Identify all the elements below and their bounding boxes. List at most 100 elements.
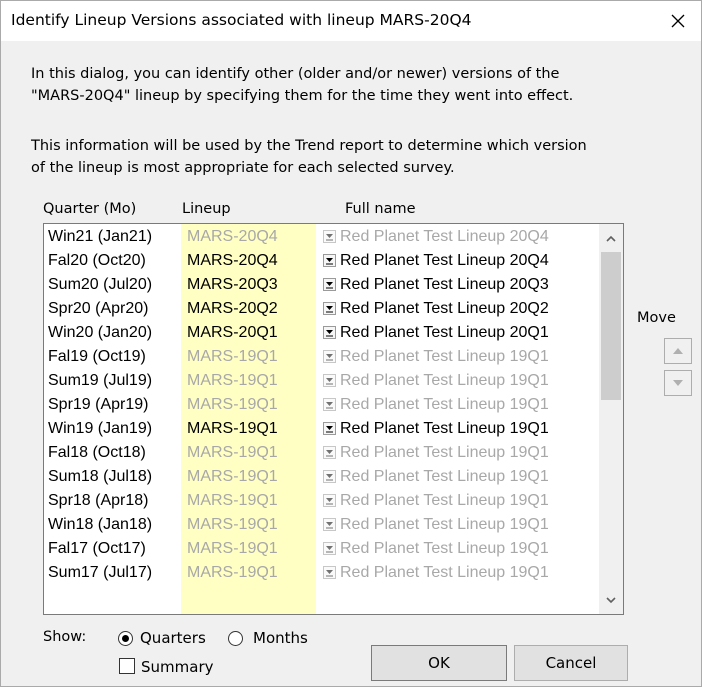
column-header-quarter[interactable]: Quarter (Mo) xyxy=(43,201,136,217)
table-row[interactable]: Spr19 (Apr19) MARS-19Q1 Red Planet Test Li… xyxy=(44,393,599,417)
table-row[interactable]: Win19 (Jan19) MARS-19Q1 Red Planet Test Li… xyxy=(44,417,599,441)
lineup-cell[interactable]: MARS-19Q1 xyxy=(187,468,278,486)
lineup-cell[interactable]: MARS-19Q1 xyxy=(187,348,278,366)
quarters-radio-label[interactable]: Quarters xyxy=(140,629,206,647)
lineup-cell[interactable]: MARS-20Q1 xyxy=(187,324,278,342)
chevron-down-icon xyxy=(606,596,616,603)
lineup-cell[interactable]: MARS-20Q3 xyxy=(187,276,278,294)
table-row[interactable]: Fal17 (Oct17) MARS-19Q1 Red Planet Test Li… xyxy=(44,537,599,561)
table-row[interactable]: Win21 (Jan21) MARS-20Q4 Red Planet Test Li… xyxy=(44,225,599,249)
full-name-cell: Red Planet Test Lineup 20Q2 xyxy=(340,300,549,317)
column-header-lineup[interactable]: Lineup xyxy=(182,201,231,217)
dropdown-arrow-icon[interactable] xyxy=(323,518,336,531)
close-button[interactable] xyxy=(661,5,695,37)
scroll-up-button[interactable] xyxy=(599,226,623,250)
table-row[interactable]: Sum19 (Jul19) MARS-19Q1 Red Planet Test Li… xyxy=(44,369,599,393)
full-name-cell: Red Planet Test Lineup 19Q1 xyxy=(340,396,549,413)
table-row[interactable]: Win18 (Jan18) MARS-19Q1 Red Planet Test Li… xyxy=(44,513,599,537)
full-name-cell: Red Planet Test Lineup 20Q3 xyxy=(340,276,549,293)
lineup-cell[interactable]: MARS-19Q1 xyxy=(187,540,278,558)
full-name-cell: Red Planet Test Lineup 19Q1 xyxy=(340,372,549,389)
triangle-up-icon xyxy=(673,348,683,354)
dropdown-arrow-icon[interactable] xyxy=(323,494,336,507)
lineup-cell[interactable]: MARS-19Q1 xyxy=(187,516,278,534)
quarter-cell: Win21 (Jan21) xyxy=(48,228,153,245)
close-icon xyxy=(671,14,685,28)
dropdown-arrow-icon[interactable] xyxy=(323,278,336,291)
lineup-versions-dialog: Identify Lineup Versions associated with… xyxy=(0,0,702,687)
quarter-cell: Fal18 (Oct18) xyxy=(48,444,146,461)
dropdown-arrow-icon[interactable] xyxy=(323,470,336,483)
dialog-title: Identify Lineup Versions associated with… xyxy=(11,11,472,29)
full-name-cell: Red Planet Test Lineup 19Q1 xyxy=(340,540,549,557)
quarter-cell: Spr18 (Apr18) xyxy=(48,492,149,509)
dropdown-arrow-icon[interactable] xyxy=(323,374,336,387)
months-radio[interactable] xyxy=(228,631,243,646)
quarter-cell: Sum19 (Jul19) xyxy=(48,372,153,389)
table-row[interactable]: Spr18 (Apr18) MARS-19Q1 Red Planet Test Li… xyxy=(44,489,599,513)
dropdown-arrow-icon[interactable] xyxy=(323,326,336,339)
table-row[interactable]: Fal18 (Oct18) MARS-19Q1 Red Planet Test Li… xyxy=(44,441,599,465)
dropdown-arrow-icon[interactable] xyxy=(323,446,336,459)
lineup-cell[interactable]: MARS-20Q2 xyxy=(187,300,278,318)
months-radio-label[interactable]: Months xyxy=(253,629,308,647)
move-up-button[interactable] xyxy=(664,338,692,364)
summary-checkbox-label[interactable]: Summary xyxy=(141,658,214,676)
dropdown-arrow-icon[interactable] xyxy=(323,254,336,267)
quarter-cell: Fal19 (Oct19) xyxy=(48,348,146,365)
lineup-cell[interactable]: MARS-19Q1 xyxy=(187,564,278,582)
radio-selected-dot xyxy=(122,635,129,642)
table-row[interactable]: Sum18 (Jul18) MARS-19Q1 Red Planet Test Li… xyxy=(44,465,599,489)
description-line-1: In this dialog, you can identify other (… xyxy=(31,66,560,82)
quarter-cell: Sum20 (Jul20) xyxy=(48,276,153,293)
vertical-scrollbar[interactable] xyxy=(599,224,623,614)
table-row[interactable]: Fal20 (Oct20) MARS-20Q4 Red Planet Test Li… xyxy=(44,249,599,273)
move-label: Move xyxy=(637,310,676,326)
table-row[interactable]: Fal19 (Oct19) MARS-19Q1 Red Planet Test Li… xyxy=(44,345,599,369)
lineup-cell[interactable]: MARS-19Q1 xyxy=(187,444,278,462)
dropdown-arrow-icon[interactable] xyxy=(323,542,336,555)
dropdown-arrow-icon[interactable] xyxy=(323,422,336,435)
ok-button[interactable]: OK xyxy=(371,645,507,681)
lineup-cell[interactable]: MARS-19Q1 xyxy=(187,420,278,438)
table-row[interactable]: Sum20 (Jul20) MARS-20Q3 Red Planet Test Li… xyxy=(44,273,599,297)
dropdown-arrow-icon[interactable] xyxy=(323,230,336,243)
table-row[interactable]: Sum17 (Jul17) MARS-19Q1 Red Planet Test Li… xyxy=(44,561,599,585)
column-header-full-name[interactable]: Full name xyxy=(345,201,416,217)
dropdown-arrow-icon[interactable] xyxy=(323,566,336,579)
full-name-cell: Red Planet Test Lineup 19Q1 xyxy=(340,564,549,581)
description-line-2: "MARS-20Q4" lineup by specifying them fo… xyxy=(31,88,574,104)
quarter-cell: Fal17 (Oct17) xyxy=(48,540,146,557)
lineup-versions-grid[interactable]: Win21 (Jan21) MARS-20Q4 Red Planet Test Li… xyxy=(43,223,624,615)
title-bar: Identify Lineup Versions associated with… xyxy=(1,1,701,41)
full-name-cell: Red Planet Test Lineup 19Q1 xyxy=(340,444,549,461)
lineup-cell[interactable]: MARS-20Q4 xyxy=(187,228,278,246)
dropdown-arrow-icon[interactable] xyxy=(323,350,336,363)
quarter-cell: Win18 (Jan18) xyxy=(48,516,153,533)
scroll-down-button[interactable] xyxy=(599,588,623,612)
dropdown-arrow-icon[interactable] xyxy=(323,302,336,315)
full-name-cell: Red Planet Test Lineup 19Q1 xyxy=(340,468,549,485)
quarter-cell: Spr20 (Apr20) xyxy=(48,300,149,317)
full-name-cell: Red Planet Test Lineup 19Q1 xyxy=(340,348,549,365)
quarter-cell: Sum18 (Jul18) xyxy=(48,468,153,485)
table-row[interactable]: Win20 (Jan20) MARS-20Q1 Red Planet Test Li… xyxy=(44,321,599,345)
table-row[interactable]: Spr20 (Apr20) MARS-20Q2 Red Planet Test Li… xyxy=(44,297,599,321)
quarters-radio[interactable] xyxy=(118,631,133,646)
full-name-cell: Red Planet Test Lineup 19Q1 xyxy=(340,492,549,509)
lineup-cell[interactable]: MARS-19Q1 xyxy=(187,492,278,510)
cancel-button[interactable]: Cancel xyxy=(514,645,628,681)
chevron-up-icon xyxy=(606,235,616,242)
scrollbar-thumb[interactable] xyxy=(601,252,621,400)
lineup-cell[interactable]: MARS-20Q4 xyxy=(187,252,278,270)
full-name-cell: Red Planet Test Lineup 19Q1 xyxy=(340,516,549,533)
description-line-3: This information will be used by the Tre… xyxy=(31,138,587,154)
lineup-cell[interactable]: MARS-19Q1 xyxy=(187,372,278,390)
move-down-button[interactable] xyxy=(664,370,692,396)
full-name-cell: Red Planet Test Lineup 19Q1 xyxy=(340,420,549,437)
triangle-down-icon xyxy=(673,380,683,386)
summary-checkbox[interactable] xyxy=(119,658,135,674)
lineup-cell[interactable]: MARS-19Q1 xyxy=(187,396,278,414)
description-line-4: of the lineup is most appropriate for ea… xyxy=(31,160,455,176)
dropdown-arrow-icon[interactable] xyxy=(323,398,336,411)
